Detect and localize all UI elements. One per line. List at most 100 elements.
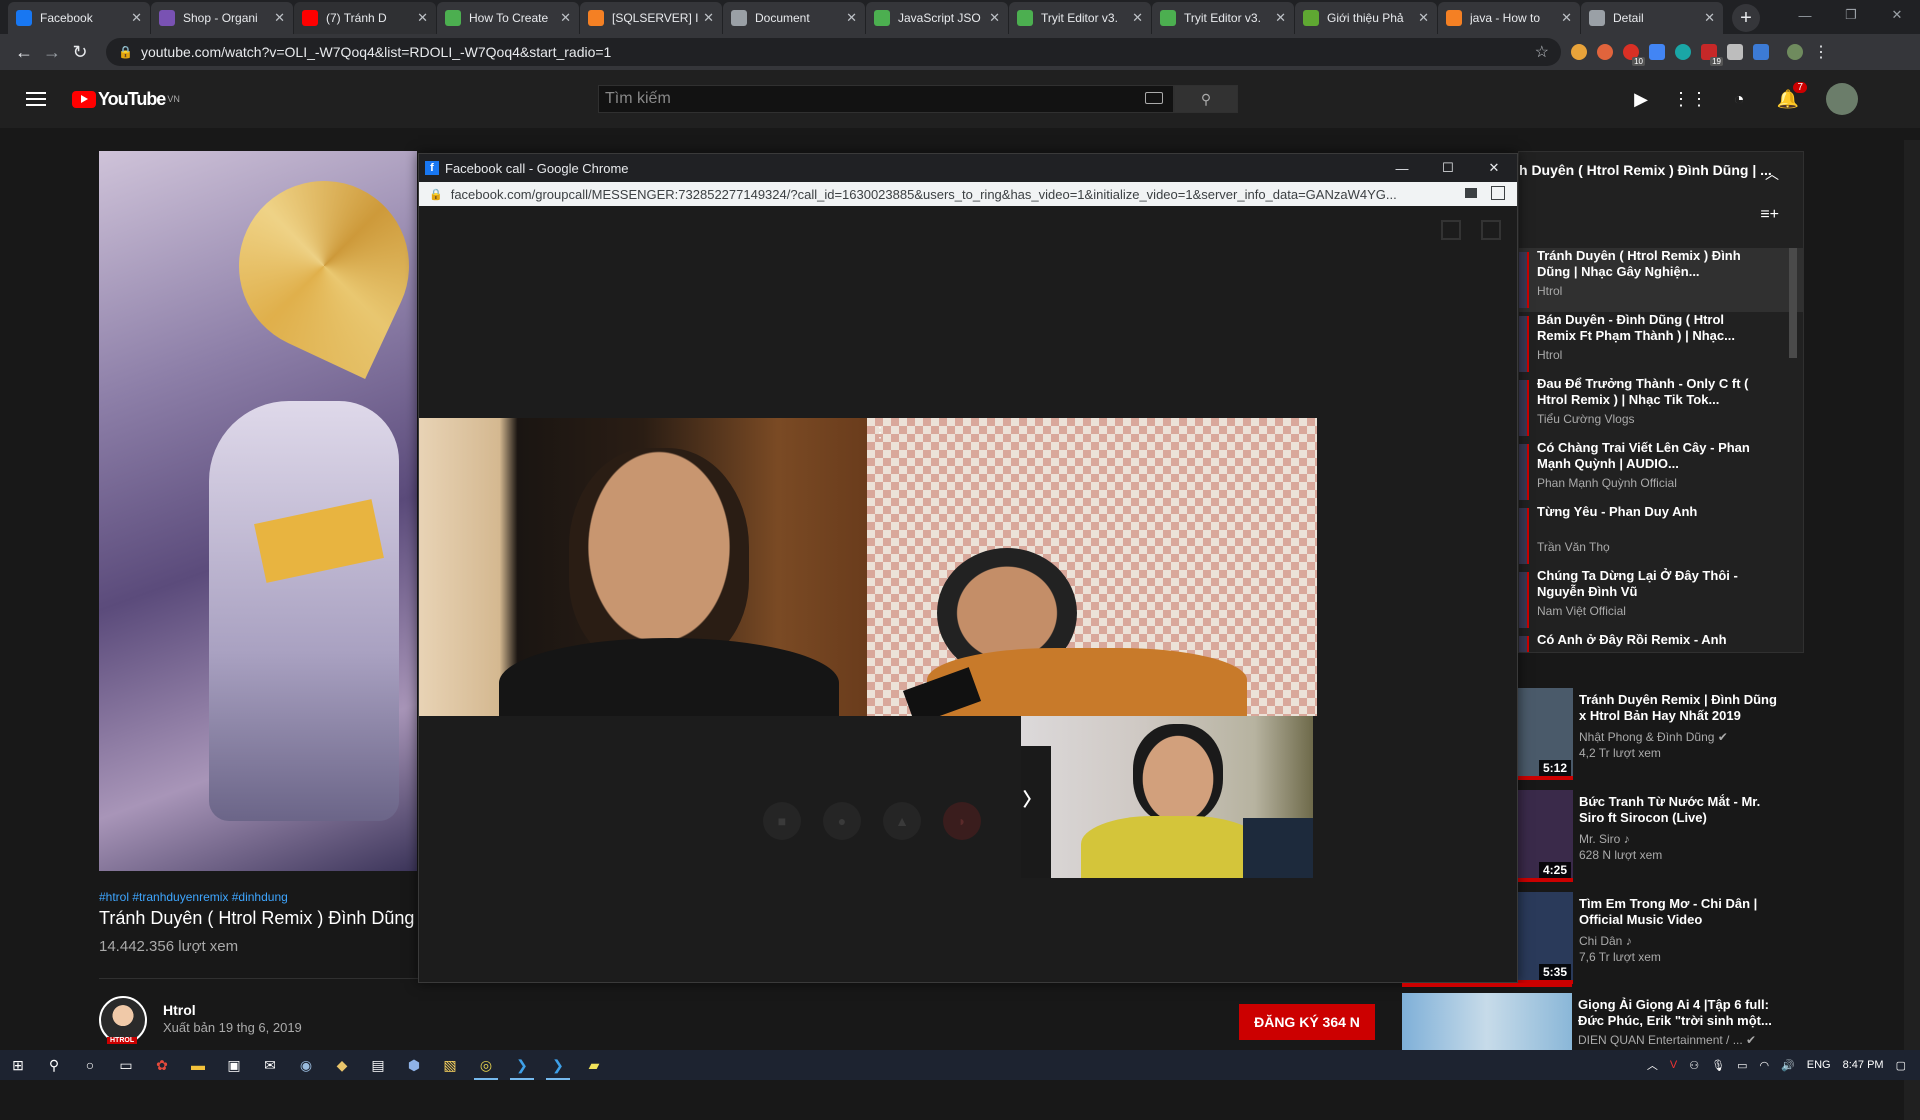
close-tab-icon[interactable]: ✕ bbox=[274, 10, 285, 26]
participant-video-tile[interactable] bbox=[419, 418, 867, 716]
playlist-title[interactable]: h Duyên ( Htrol Remix ) Đình Dũng | ... bbox=[1519, 162, 1772, 178]
subscribe-button[interactable]: ĐĂNG KÝ 364 N bbox=[1239, 1004, 1375, 1040]
browser-tab[interactable]: JavaScript JSO ✕ bbox=[866, 2, 1008, 34]
app-tray-icon[interactable]: V bbox=[1670, 1059, 1677, 1071]
recommended-video[interactable]: 4:25 Bức Tranh Từ Nước Mắt - Mr. Siro ft … bbox=[1518, 790, 1804, 882]
chevron-up-icon[interactable]: ︿ bbox=[1765, 164, 1779, 184]
playlist-thumbnail[interactable] bbox=[1519, 572, 1529, 628]
close-tab-icon[interactable]: ✕ bbox=[1704, 10, 1715, 26]
browser-tab[interactable]: Tryit Editor v3. ✕ bbox=[1152, 2, 1294, 34]
video-thumbnail[interactable]: 5:35 bbox=[1518, 892, 1573, 984]
browser-tab[interactable]: Detail ✕ bbox=[1581, 2, 1723, 34]
maximize-button[interactable]: ☐ bbox=[1425, 154, 1471, 182]
fullscreen-icon[interactable] bbox=[1481, 220, 1501, 240]
extension-icon[interactable] bbox=[1571, 44, 1587, 60]
address-bar[interactable]: 🔒 youtube.com/watch?v=OLI_-W7Qoq4&list=R… bbox=[106, 38, 1561, 66]
playlist-item[interactable]: Bán Duyên - Đình Dũng ( Htrol Remix Ft P… bbox=[1519, 312, 1803, 376]
close-tab-icon[interactable]: ✕ bbox=[560, 10, 571, 26]
back-arrow-icon[interactable]: ← bbox=[10, 38, 38, 66]
clock[interactable]: 8:47 PM bbox=[1843, 1059, 1884, 1071]
account-avatar[interactable] bbox=[1826, 83, 1858, 115]
browser-tab[interactable]: (7) Tránh D ✕ bbox=[294, 2, 436, 34]
microphone-icon[interactable]: 🎙 bbox=[1711, 1059, 1725, 1072]
translate-extension-icon[interactable] bbox=[1649, 44, 1665, 60]
playlist-item[interactable]: Từng Yêu - Phan Duy Anh Trần Văn Thọ bbox=[1519, 504, 1803, 568]
chevron-right-icon[interactable]: 〉 bbox=[1023, 786, 1041, 812]
reload-icon[interactable]: ↻ bbox=[66, 38, 94, 66]
channel-avatar[interactable]: HTROL bbox=[99, 996, 147, 1044]
recommended-video[interactable]: 5:35 Tìm Em Trong Mơ - Chi Dân | Official… bbox=[1518, 892, 1804, 984]
page-scrollbar[interactable] bbox=[1904, 140, 1920, 1120]
extension-icon[interactable]: 19 bbox=[1701, 44, 1723, 66]
restore-button[interactable]: ❐ bbox=[1828, 0, 1874, 30]
sticky-notes-icon[interactable]: ▰ bbox=[576, 1050, 612, 1080]
notifications-bell-icon[interactable]: 🔔 7 bbox=[1777, 82, 1807, 110]
close-tab-icon[interactable]: ✕ bbox=[1418, 10, 1429, 26]
app-icon[interactable]: ▧ bbox=[432, 1050, 468, 1080]
browser-tab[interactable]: Tryit Editor v3. ✕ bbox=[1009, 2, 1151, 34]
close-tab-icon[interactable]: ✕ bbox=[1275, 10, 1286, 26]
cortana-icon[interactable]: ○ bbox=[72, 1050, 108, 1080]
video-title[interactable]: Bức Tranh Từ Nước Mắt - Mr. Siro ft Siro… bbox=[1579, 794, 1779, 826]
browser-tab[interactable]: How To Create ✕ bbox=[437, 2, 579, 34]
channel-name[interactable]: Chi Dân ♪ bbox=[1579, 934, 1779, 948]
minimize-button[interactable]: — bbox=[1782, 0, 1828, 30]
profile-avatar[interactable] bbox=[1787, 44, 1803, 60]
wifi-icon[interactable]: ◠ bbox=[1759, 1059, 1769, 1072]
browser-tab[interactable]: Facebook ✕ bbox=[8, 2, 150, 34]
self-view-video-tile[interactable]: 〉 bbox=[1021, 716, 1313, 878]
close-tab-icon[interactable]: ✕ bbox=[846, 10, 857, 26]
browser-tab[interactable]: java - How to ✕ bbox=[1438, 2, 1580, 34]
close-tab-icon[interactable]: ✕ bbox=[1132, 10, 1143, 26]
browser-tab[interactable]: Shop - Organi ✕ bbox=[151, 2, 293, 34]
app-icon[interactable]: ◆ bbox=[324, 1050, 360, 1080]
close-tab-icon[interactable]: ✕ bbox=[417, 10, 428, 26]
messages-icon[interactable]: ◔ bbox=[1728, 88, 1750, 110]
extension-icon[interactable] bbox=[1597, 44, 1613, 60]
people-icon[interactable]: ⚇ bbox=[1689, 1059, 1699, 1072]
search-input[interactable]: Tìm kiếm bbox=[598, 85, 1174, 113]
close-window-button[interactable]: ✕ bbox=[1874, 0, 1920, 30]
search-icon[interactable]: ⚲ bbox=[36, 1050, 72, 1080]
channel-name[interactable]: DIEN QUAN Entertainment / ... ✔ bbox=[1578, 1033, 1788, 1047]
youtube-logo[interactable]: YouTube VN bbox=[72, 89, 180, 110]
playlist-thumbnail[interactable] bbox=[1519, 444, 1529, 500]
chrome-icon[interactable]: ◎ bbox=[468, 1050, 504, 1080]
forward-arrow-icon[interactable]: → bbox=[38, 38, 66, 66]
video-title[interactable]: Tìm Em Trong Mơ - Chi Dân | Official Mus… bbox=[1579, 896, 1779, 928]
keyboard-icon[interactable] bbox=[1145, 92, 1163, 104]
playlist-thumbnail[interactable] bbox=[1519, 316, 1529, 372]
apps-grid-icon[interactable]: ⋮⋮ bbox=[1672, 88, 1708, 110]
playlist-item[interactable]: Có Anh ở Đây Rồi Remix - Anh bbox=[1519, 632, 1803, 652]
playlist-item[interactable]: Có Chàng Trai Viết Lên Cây - Phan Mạnh Q… bbox=[1519, 440, 1803, 504]
minimize-button[interactable]: — bbox=[1379, 154, 1425, 182]
app-icon[interactable]: ✿ bbox=[144, 1050, 180, 1080]
mail-icon[interactable]: ✉ bbox=[252, 1050, 288, 1080]
playlist-item[interactable]: Tránh Duyên ( Htrol Remix ) Đình Dũng | … bbox=[1519, 248, 1803, 312]
participant-video-tile[interactable]: ⋮ bbox=[867, 418, 1317, 716]
channel-name[interactable]: Htrol bbox=[163, 1002, 196, 1018]
extension-icon[interactable]: 10 bbox=[1623, 44, 1645, 66]
channel-name[interactable]: Nhật Phong & Đình Dũng ✔ bbox=[1579, 730, 1779, 744]
extension-icon[interactable] bbox=[1727, 44, 1743, 60]
input-language[interactable]: ENG bbox=[1807, 1059, 1831, 1071]
battery-icon[interactable]: ▭ bbox=[1737, 1059, 1747, 1072]
recommended-video[interactable]: 5:12 Tránh Duyên Remix | Đình Dũng x Htro… bbox=[1518, 688, 1804, 780]
chrome-menu-icon[interactable]: ⋮ bbox=[1813, 42, 1829, 62]
recommended-video[interactable]: Giọng Ải Giọng Ai 4 |Tập 6 full: Đức Phú… bbox=[1402, 983, 1804, 1050]
playlist-thumbnail[interactable] bbox=[1519, 636, 1529, 652]
store-icon[interactable]: ▣ bbox=[216, 1050, 252, 1080]
camera-icon[interactable] bbox=[1465, 188, 1477, 198]
add-person-icon[interactable]: ▲ bbox=[883, 802, 921, 840]
close-tab-icon[interactable]: ✕ bbox=[703, 10, 714, 26]
volume-icon[interactable]: 🔊 bbox=[1781, 1059, 1795, 1072]
microphone-icon[interactable]: ● bbox=[823, 802, 861, 840]
windows-start-icon[interactable]: ⊞ bbox=[0, 1050, 36, 1080]
vscode-icon[interactable]: ❯ bbox=[540, 1050, 576, 1080]
extension-icon[interactable] bbox=[1675, 44, 1691, 60]
new-tab-button[interactable]: + bbox=[1732, 4, 1760, 32]
channel-name[interactable]: Mr. Siro ♪ bbox=[1579, 832, 1779, 846]
playlist-item[interactable]: Đau Để Trưởng Thành - Only C ft ( Htrol … bbox=[1519, 376, 1803, 440]
video-camera-icon[interactable]: ■ bbox=[763, 802, 801, 840]
app-icon[interactable]: ⬢ bbox=[396, 1050, 432, 1080]
